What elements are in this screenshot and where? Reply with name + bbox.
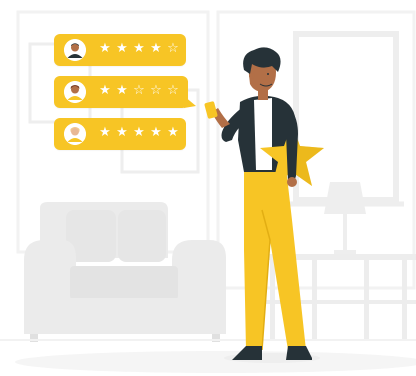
illustration-scene: ★ ★ ★ ★ ☆ ★ ★ ☆ ☆ ☆ ★ ★ ★ ★ ★ [0,0,416,376]
person-shoe-right [286,346,312,360]
person-pants [244,168,306,350]
person-illustration [204,47,324,363]
person-shoe-left [232,346,262,360]
phone-icon [204,101,218,119]
person-shirt [254,98,272,170]
